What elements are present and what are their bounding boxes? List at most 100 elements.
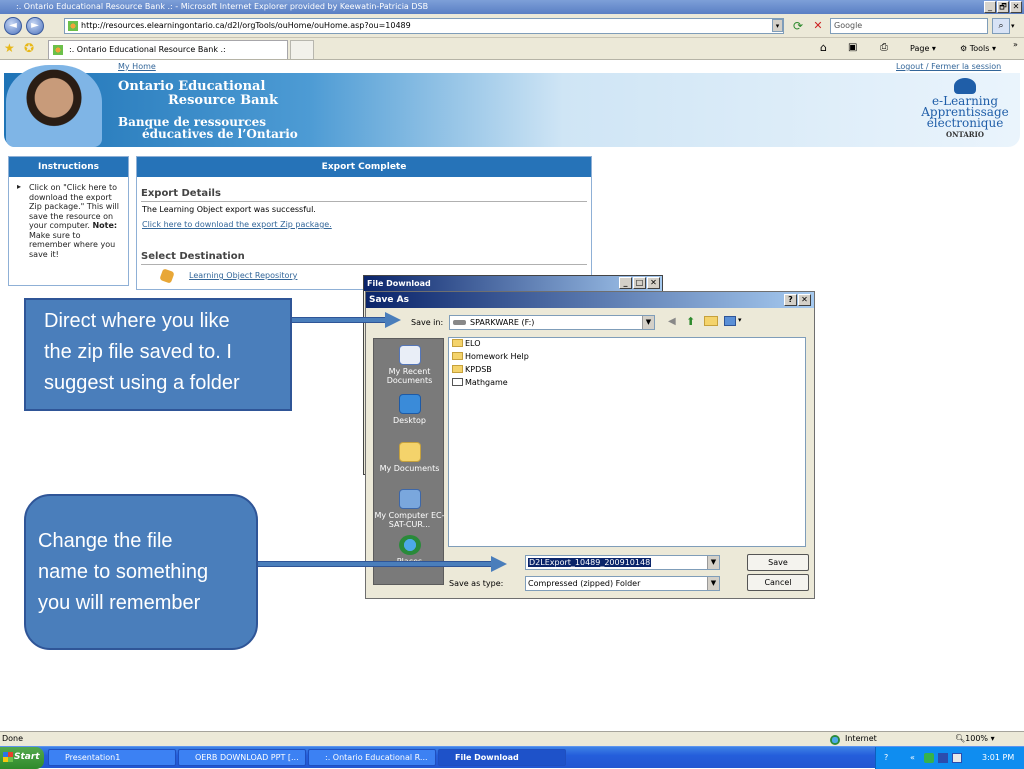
views-dropdown-icon[interactable]: ▾: [738, 316, 742, 324]
task-label: Presentation1: [65, 753, 121, 762]
up-folder-icon[interactable]: ⬆: [686, 315, 695, 328]
export-details-heading: Export Details: [141, 185, 587, 202]
network-places-icon: [398, 535, 421, 555]
minimize-button[interactable]: _: [984, 1, 996, 13]
network-tray-icon[interactable]: [938, 753, 948, 763]
place-desktop[interactable]: Desktop: [374, 394, 445, 425]
back-arrow-icon: ◄: [9, 20, 17, 31]
instructions-title: Instructions: [9, 157, 128, 177]
save-as-type-dropdown[interactable]: Compressed (zipped) Folder ▼: [525, 576, 720, 591]
file-name: Homework Help: [465, 352, 529, 361]
show-hidden-icons[interactable]: «: [910, 747, 915, 769]
cancel-button[interactable]: Cancel: [747, 574, 809, 591]
banner-title-line2: Resource Bank: [168, 93, 278, 108]
stop-icon[interactable]: ✕: [810, 18, 826, 34]
tools-menu-label: Tools: [969, 44, 990, 53]
file-name: KPDSB: [465, 365, 492, 374]
callout-line: Direct where you like: [44, 310, 230, 332]
add-favorites-icon[interactable]: ✪: [24, 41, 34, 55]
list-item[interactable]: KPDSB: [452, 364, 492, 376]
logout-link[interactable]: Logout / Fermer la session: [896, 62, 1001, 71]
file-download-close-button[interactable]: ✕: [647, 277, 660, 289]
file-download-minimize-button[interactable]: _: [619, 277, 632, 289]
place-my-computer[interactable]: My Computer EC-SAT-CUR...: [374, 489, 445, 529]
save-as-title: Save As: [366, 292, 814, 308]
folder-icon: [452, 365, 463, 373]
close-window-button[interactable]: ✕: [1010, 1, 1022, 13]
back-button[interactable]: ◄: [4, 17, 22, 35]
print-icon[interactable]: ⎙: [880, 42, 888, 54]
list-item[interactable]: ELO: [452, 338, 481, 350]
place-my-documents[interactable]: My Documents: [374, 442, 445, 473]
learning-object-repository-link[interactable]: Learning Object Repository: [189, 271, 297, 280]
place-label: Desktop: [393, 416, 426, 425]
callout-arrow-top-line: [292, 317, 386, 323]
save-in-value: SPARKWARE (F:): [470, 318, 535, 327]
taskbar-item-file-download[interactable]: File Download: [438, 749, 566, 766]
taskbar-item-presentation[interactable]: Presentation1: [48, 749, 176, 766]
chevron-down-icon: ▼: [707, 577, 719, 590]
save-in-dropdown[interactable]: SPARKWARE (F:) ▼: [449, 315, 655, 330]
help-tray-icon[interactable]: ?: [884, 747, 888, 769]
more-commands-icon[interactable]: »: [1013, 38, 1018, 52]
file-name-value: D2LExport_10489_200910148: [528, 558, 652, 567]
new-tab-button[interactable]: [290, 40, 314, 59]
favorites-star-icon[interactable]: ★: [4, 41, 15, 55]
banner-title-line4: éducatives de l’Ontario: [142, 127, 298, 141]
places-bar: My Recent Documents Desktop My Documents…: [373, 338, 445, 585]
desktop-icon: [398, 394, 421, 414]
status-text: Done: [2, 734, 24, 743]
file-list[interactable]: ELO Homework Help KPDSB Mathgame: [448, 337, 806, 547]
back-folder-icon[interactable]: ◀: [668, 316, 676, 327]
feeds-icon[interactable]: ▣: [848, 42, 857, 54]
address-dropdown-button[interactable]: ▾: [772, 19, 783, 32]
views-menu-icon[interactable]: [724, 316, 736, 326]
search-input[interactable]: Google: [830, 18, 988, 34]
task-label: :. Ontario Educational R...: [325, 753, 428, 762]
browser-tab[interactable]: :. Ontario Educational Resource Bank .:: [48, 40, 288, 59]
list-item[interactable]: Homework Help: [452, 351, 529, 363]
save-button[interactable]: Save: [747, 554, 809, 571]
save-in-label: Save in:: [411, 318, 444, 327]
file-name-input[interactable]: D2LExport_10489_200910148 ▼: [525, 555, 720, 570]
task-label: OERB DOWNLOAD PPT [...: [195, 753, 299, 762]
search-options-icon[interactable]: ▾: [1011, 18, 1022, 34]
callout-line: the zip file saved to. I: [44, 341, 232, 363]
system-tray: ? « 3:01 PM: [875, 747, 1024, 769]
instructions-body: Click on "Click here to download the exp…: [9, 177, 128, 259]
windows-logo-icon: [3, 752, 13, 762]
file-download-maximize-button[interactable]: □: [633, 277, 646, 289]
new-folder-icon[interactable]: [704, 316, 718, 326]
callout-line: Change the file: [38, 530, 173, 552]
status-bar: Done Internet 🔍︎100% ▾: [0, 731, 1024, 746]
chevron-down-icon: ▼: [707, 556, 719, 569]
forward-button[interactable]: ►: [26, 17, 44, 35]
taskbar-item-oerb-ppt[interactable]: OERB DOWNLOAD PPT [...: [178, 749, 306, 766]
tab-label: :. Ontario Educational Resource Bank .:: [69, 45, 226, 54]
elogo-line3: électronique: [926, 116, 1004, 130]
address-bar-input[interactable]: http://resources.elearningontario.ca/d2l…: [64, 18, 784, 34]
search-go-icon[interactable]: ⌕: [992, 18, 1010, 34]
student-photo: [6, 65, 102, 147]
help-button[interactable]: ?: [784, 294, 797, 306]
maximize-button[interactable]: 🗗: [997, 1, 1009, 13]
window-title: :. Ontario Educational Resource Bank .: …: [16, 2, 429, 11]
taskbar-item-ontario-resource[interactable]: :. Ontario Educational R...: [308, 749, 436, 766]
zoom-icon: 🔍︎: [955, 734, 966, 743]
antivirus-tray-icon[interactable]: [924, 753, 934, 763]
arrow-right-icon: [385, 312, 401, 328]
download-zip-link[interactable]: Click here to download the export Zip pa…: [137, 217, 591, 232]
place-label: My Documents: [379, 464, 440, 473]
place-my-recent-documents[interactable]: My Recent Documents: [374, 345, 445, 385]
tools-menu[interactable]: ⚙ Tools ▾: [960, 42, 996, 56]
instructions-panel: Instructions Click on "Click here to dow…: [8, 156, 129, 286]
list-item[interactable]: Mathgame: [452, 377, 508, 389]
refresh-icon[interactable]: ⟳: [790, 18, 806, 34]
start-button[interactable]: Start: [0, 747, 44, 769]
my-home-link[interactable]: My Home: [118, 62, 156, 71]
save-as-close-button[interactable]: ✕: [798, 294, 811, 306]
page-menu[interactable]: Page ▾: [910, 42, 936, 56]
zoom-control[interactable]: 🔍︎100% ▾: [955, 732, 995, 746]
home-icon[interactable]: ⌂: [820, 42, 827, 54]
vpn-tray-icon[interactable]: [952, 753, 962, 763]
